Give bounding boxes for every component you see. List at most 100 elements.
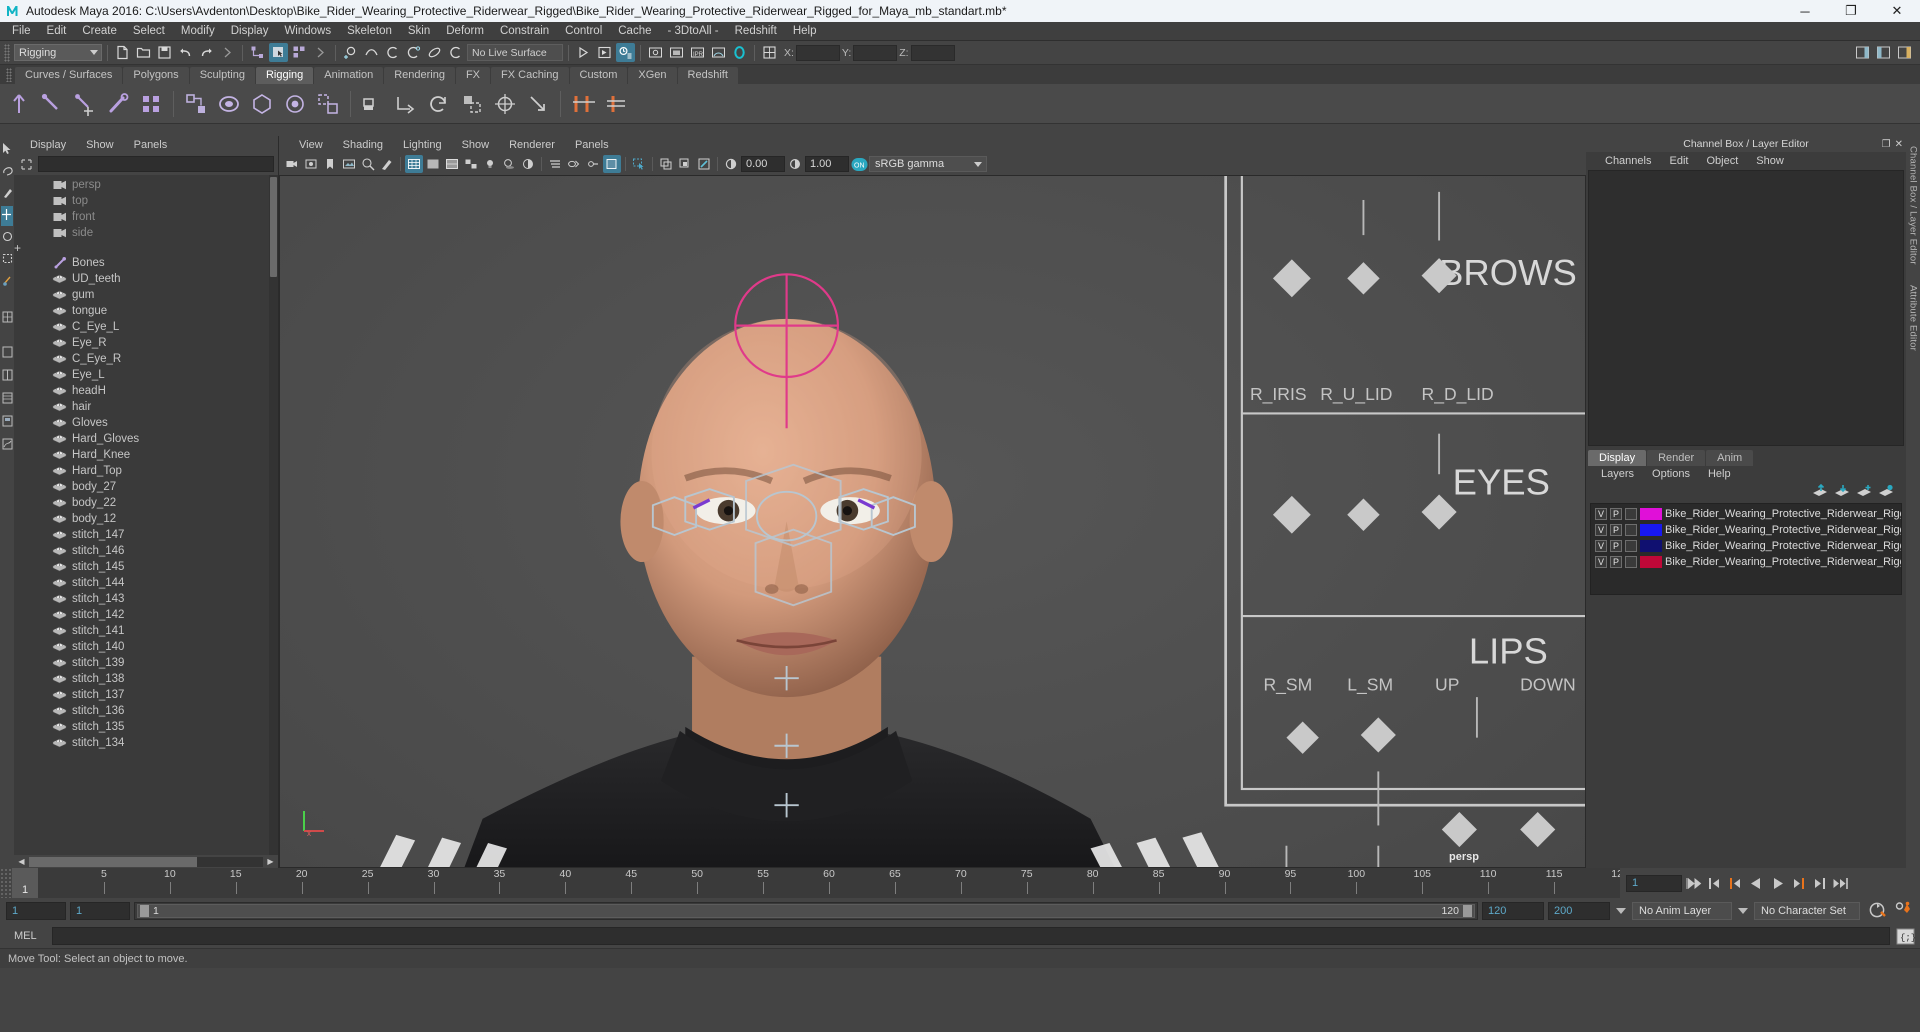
paint-select-tool-icon[interactable] [2, 184, 13, 204]
layer-row[interactable]: VP· Bike_Rider_Wearing_Protective_Riderwe… [1591, 522, 1901, 538]
layer-playback-toggle[interactable]: P [1610, 507, 1622, 520]
layer-menu-help[interactable]: Help [1699, 468, 1740, 480]
viewport-canvas[interactable]: BROWS EYES LIPS R_IRIS R_U_LID R_D_LID L_D_… [279, 175, 1586, 868]
outliner-item-headH[interactable]: headH [14, 383, 278, 399]
menu-item-control[interactable]: Control [557, 22, 610, 41]
shelf-tab-rigging[interactable]: Rigging [255, 67, 314, 84]
scroll-left-icon[interactable]: ◀ [16, 856, 27, 867]
mirror-joint-icon[interactable] [136, 89, 166, 119]
outliner-item-Bones[interactable]: Bones [14, 255, 278, 271]
outliner-item-persp[interactable]: persp [14, 177, 278, 193]
scrollbar-track[interactable] [29, 856, 263, 867]
last-tool-icon[interactable] [2, 272, 13, 292]
character-set-selector[interactable]: No Character Set [1754, 902, 1860, 920]
outliner-item-body_12[interactable]: body_12 [14, 511, 278, 527]
use-all-lights-icon[interactable] [481, 155, 499, 173]
copy-skin-weights-icon[interactable] [313, 89, 343, 119]
create-ik-handle-icon[interactable] [37, 89, 67, 119]
show-channel-box-icon[interactable] [1895, 43, 1914, 62]
render-region-icon[interactable] [667, 43, 686, 62]
channelbox-menu-show[interactable]: Show [1747, 155, 1793, 167]
outliner-search-input[interactable] [38, 156, 274, 172]
layer-playback-toggle[interactable]: P [1610, 555, 1622, 568]
range-slider[interactable]: 1 120 [134, 902, 1478, 920]
select-by-hierarchy-icon[interactable] [248, 43, 267, 62]
outliner-item-stitch_146[interactable]: stitch_146 [14, 543, 278, 559]
outliner-item-C_Eye_L[interactable]: C_Eye_L [14, 319, 278, 335]
outliner-item-stitch_134[interactable]: stitch_134 [14, 735, 278, 751]
shade-wireframe-icon[interactable] [443, 155, 461, 173]
layer-type-toggle[interactable]: · [1625, 555, 1637, 568]
color-management-selector[interactable]: sRGB gamma [869, 156, 987, 172]
scale-constraint-icon[interactable] [457, 89, 487, 119]
snap-to-grid-icon[interactable] [341, 43, 360, 62]
layer-visibility-toggle[interactable]: V [1595, 523, 1607, 536]
outliner-item-body_27[interactable]: body_27 [14, 479, 278, 495]
menu-item-redshift[interactable]: Redshift [727, 22, 785, 41]
exposure-icon[interactable] [722, 155, 740, 173]
outliner-item-tongue[interactable]: tongue [14, 303, 278, 319]
layout-persp-icon[interactable] [2, 343, 13, 364]
outliner-item-stitch_143[interactable]: stitch_143 [14, 591, 278, 607]
menu-item-display[interactable]: Display [223, 22, 277, 41]
menu-item-help[interactable]: Help [785, 22, 825, 41]
outliner-item-stitch_140[interactable]: stitch_140 [14, 639, 278, 655]
new-layer-icon[interactable] [1856, 484, 1872, 500]
outliner-item-gum[interactable]: gum [14, 287, 278, 303]
color-management-toggle[interactable]: ON [850, 155, 868, 173]
show-attribute-editor-icon[interactable] [1853, 43, 1872, 62]
layer-color-swatch[interactable] [1640, 523, 1662, 536]
outliner-item-stitch_144[interactable]: stitch_144 [14, 575, 278, 591]
image-plane-icon[interactable] [340, 155, 358, 173]
shelf-tab-curves-surfaces[interactable]: Curves / Surfaces [15, 67, 123, 84]
layer-visibility-toggle[interactable]: V [1595, 555, 1607, 568]
smooth-shade-all-icon[interactable] [424, 155, 442, 173]
outliner-item-Eye_R[interactable]: Eye_R [14, 335, 278, 351]
next-key-button[interactable] [1788, 873, 1808, 893]
layout-single-icon[interactable] [2, 308, 13, 329]
undo-icon[interactable] [176, 43, 195, 62]
camera-attributes-icon[interactable] [302, 155, 320, 173]
outliner-item-stitch_139[interactable]: stitch_139 [14, 655, 278, 671]
outliner-item-top[interactable]: top [14, 193, 278, 209]
layer-playback-toggle[interactable]: P [1610, 539, 1622, 552]
x-field[interactable] [795, 44, 840, 61]
move-layer-up-icon[interactable] [1812, 483, 1828, 500]
two-d-pan-zoom-icon[interactable] [359, 155, 377, 173]
channelbox-menu-channels[interactable]: Channels [1596, 155, 1660, 167]
shelf-tab-animation[interactable]: Animation [314, 67, 384, 84]
layer-tab-anim[interactable]: Anim [1706, 449, 1754, 466]
pole-vector-constraint-icon[interactable] [523, 89, 553, 119]
z-field[interactable] [910, 44, 955, 61]
channel-box-body[interactable] [1588, 170, 1904, 446]
shelf-tab-custom[interactable]: Custom [569, 67, 628, 84]
script-editor-icon[interactable]: {;} [1894, 927, 1916, 945]
go-to-end-button[interactable] [1830, 873, 1850, 893]
snap-to-view-plane-icon[interactable] [425, 43, 444, 62]
layer-tab-display[interactable]: Display [1588, 449, 1647, 466]
outliner-item-stitch_141[interactable]: stitch_141 [14, 623, 278, 639]
viewport-menu-panels[interactable]: Panels [565, 139, 619, 151]
menu-item-constrain[interactable]: Constrain [492, 22, 557, 41]
outliner-item-body_22[interactable]: body_22 [14, 495, 278, 511]
close-button[interactable]: ✕ [1874, 0, 1920, 22]
outliner-menu-display[interactable]: Display [20, 139, 76, 151]
expand-toolbar-icon[interactable] [218, 43, 237, 62]
layer-row[interactable]: VP· Bike_Rider_Wearing_Protective_Riderwe… [1591, 554, 1901, 570]
anim-layer-chevron-icon[interactable] [1616, 908, 1626, 914]
menu-item-file[interactable]: File [4, 22, 39, 41]
outliner-item-stitch_135[interactable]: stitch_135 [14, 719, 278, 735]
layer-playback-toggle[interactable]: P [1610, 523, 1622, 536]
viewport-menu-show[interactable]: Show [452, 139, 500, 151]
texture-mode-icon[interactable] [462, 155, 480, 173]
outliner-horizontal-scrollbar[interactable]: ◀ ▶ [14, 855, 278, 868]
layer-visibility-toggle[interactable]: V [1595, 507, 1607, 520]
layout-hypergraph-icon[interactable] [2, 412, 13, 433]
auto-key-icon[interactable] [1868, 901, 1888, 922]
create-joint-icon[interactable] [4, 89, 34, 119]
create-ik-spline-icon[interactable] [70, 89, 100, 119]
shelf-tab-rendering[interactable]: Rendering [384, 67, 455, 84]
shelf-tab-fx-caching[interactable]: FX Caching [491, 67, 569, 84]
insert-joint-tool-icon[interactable] [103, 89, 133, 119]
outliner-item-C_Eye_R[interactable]: C_Eye_R [14, 351, 278, 367]
